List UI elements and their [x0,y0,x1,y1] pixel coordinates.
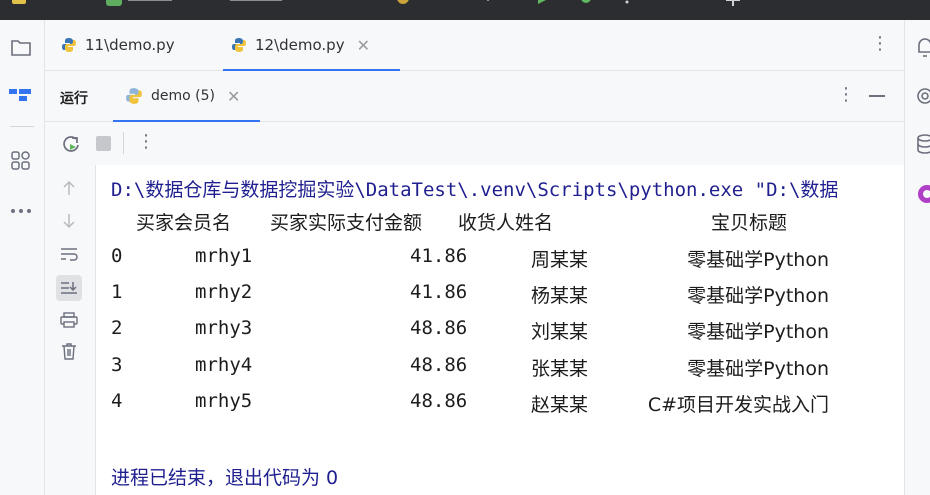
row-amount: 41.86 [410,245,468,267]
clear-all-icon[interactable] [58,340,80,362]
row-index: 2 [111,317,123,340]
more-actions-icon[interactable] [622,0,632,12]
console-output[interactable]: D:\数据仓库与数据挖掘实验\DataTest\.venv\Scripts\py… [96,165,904,495]
toolbar-more-icon[interactable]: ⋮ [137,131,155,152]
copilot-icon[interactable] [915,182,930,206]
minimize-icon[interactable] [869,95,885,97]
scroll-up-icon[interactable] [58,177,80,199]
row-member: mrhy2 [195,281,253,304]
run-icon[interactable] [535,0,551,12]
rerun-icon[interactable] [61,134,81,158]
row-index: 0 [111,245,123,267]
soft-wrap-icon[interactable] [58,243,80,265]
tab-12-demo-py[interactable]: 12\demo.py ✕ [223,20,400,71]
database-icon[interactable] [915,132,930,156]
row-amount: 41.86 [410,281,468,304]
strip-divider [10,126,34,127]
project-widget[interactable] [106,0,176,12]
row-receiver: 刘某某 [531,321,589,344]
debug-icon[interactable] [578,0,594,12]
close-tab-icon[interactable]: ✕ [357,36,370,55]
run-tab-label: demo (5) [151,88,215,104]
title-bar [0,0,930,20]
run-config-selector[interactable] [395,0,495,12]
vcs-widget[interactable] [222,0,292,12]
row-member: mrhy1 [195,245,253,267]
run-options-icon[interactable]: ⋮ [837,84,855,105]
row-index: 3 [111,353,123,376]
left-tool-strip [0,20,45,495]
row-title: 零基础学Python [687,285,829,308]
run-window-title: 运行 [60,91,88,107]
row-index: 4 [111,389,123,412]
row-title: 零基础学Python [687,249,829,271]
structure-icon[interactable] [8,82,34,108]
editor-tab-bar: 11\demo.py 12\demo.py ✕ ⋮ [45,20,904,71]
run-toolbar: ⋮ [45,122,904,165]
scroll-to-end-icon[interactable] [56,275,82,301]
row-amount: 48.86 [410,317,468,340]
run-tool-window-header: 运行 demo (5) ✕ ⋮ [45,71,904,122]
row-title: 零基础学Python [687,321,829,344]
notifications-icon[interactable] [915,36,930,60]
scroll-down-icon[interactable] [58,210,80,232]
column-header-member: 买家会员名 [136,212,232,234]
row-member: mrhy3 [195,317,253,340]
python-file-icon [62,38,76,52]
console-gutter [45,165,96,495]
project-folder-icon[interactable] [8,34,34,60]
column-header-receiver: 收货人姓名 [458,212,554,234]
close-run-tab-icon[interactable]: ✕ [227,87,240,106]
add-user-icon[interactable] [724,0,750,12]
toolbar-divider [123,132,124,154]
run-tab-demo[interactable]: demo (5) ✕ [112,71,261,122]
column-header-amount: 买家实际支付金额 [270,212,423,234]
main-menu-icon[interactable] [58,0,80,12]
row-receiver: 杨某某 [531,285,589,308]
command-line: D:\数据仓库与数据挖掘实验\DataTest\.venv\Scripts\py… [111,179,839,201]
row-receiver: 周某某 [531,249,589,271]
column-header-title: 宝贝标题 [711,212,788,234]
right-tool-strip [904,20,930,495]
row-receiver: 赵某某 [531,393,589,416]
exit-message: 进程已结束，退出代码为 0 [111,467,339,489]
app-logo-icon[interactable] [10,0,32,12]
more-tools-icon[interactable] [8,198,34,224]
plugins-icon[interactable] [8,148,34,174]
tab-11-demo-py[interactable]: 11\demo.py [61,20,175,70]
ai-assistant-icon[interactable] [915,84,930,108]
row-amount: 48.86 [410,353,468,376]
python-run-icon [126,88,142,104]
python-file-icon [232,38,246,52]
row-index: 1 [111,281,123,304]
row-title: C#项目开发实战入门 [647,393,829,416]
row-title: 零基础学Python [687,357,829,380]
row-member: mrhy4 [195,353,253,376]
row-receiver: 张某某 [531,357,589,380]
tab-label: 12\demo.py [255,36,345,54]
stop-icon[interactable] [96,136,111,151]
tab-label: 11\demo.py [85,36,175,54]
row-amount: 48.86 [410,389,468,412]
row-member: mrhy5 [195,389,253,412]
print-icon[interactable] [58,309,80,331]
tab-options-icon[interactable]: ⋮ [871,33,889,54]
